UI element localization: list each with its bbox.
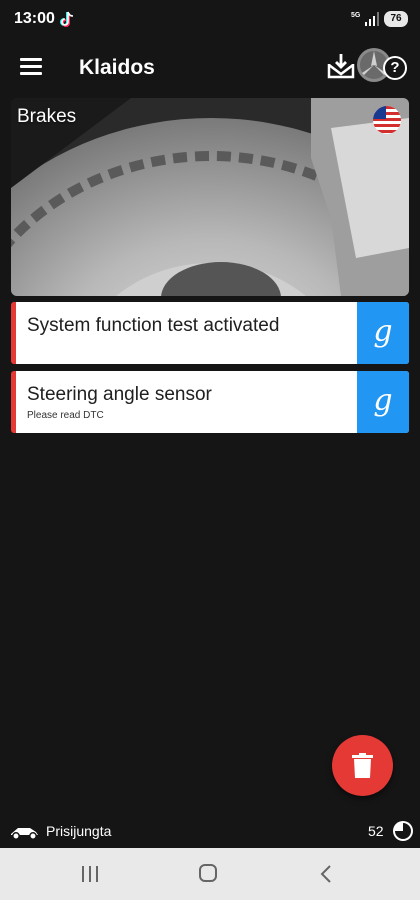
obd-adapter-icon bbox=[11, 828, 38, 840]
app-bar: Klaidos ? bbox=[0, 40, 420, 96]
google-search-button[interactable]: g bbox=[357, 302, 409, 364]
battery-indicator: 76 bbox=[384, 11, 408, 27]
delete-button[interactable] bbox=[332, 735, 393, 796]
connection-status-label: Prisijungta bbox=[46, 823, 112, 839]
component-title: Brakes bbox=[17, 106, 77, 127]
google-search-button[interactable]: g bbox=[357, 371, 409, 433]
menu-icon[interactable] bbox=[20, 58, 42, 76]
us-flag-icon[interactable] bbox=[373, 106, 401, 134]
tiktok-icon bbox=[60, 11, 74, 27]
fault-subtitle: Please read DTC bbox=[27, 410, 104, 421]
count-label: 52 bbox=[368, 823, 384, 839]
status-bar: 13:00 5G 76 bbox=[0, 0, 420, 40]
network-type-label: 5G bbox=[351, 12, 361, 19]
hero-banner: Brakes bbox=[11, 98, 409, 296]
signal-icon bbox=[365, 12, 379, 26]
back-icon[interactable] bbox=[318, 864, 334, 884]
system-nav-bar bbox=[0, 848, 420, 900]
recent-apps-button[interactable] bbox=[82, 866, 100, 882]
progress-pie-icon bbox=[393, 821, 413, 841]
connection-status-bar: Prisijungta 52 bbox=[0, 814, 420, 848]
fault-card[interactable]: Steering angle sensor Please read DTC g bbox=[11, 371, 409, 433]
home-button[interactable] bbox=[199, 864, 217, 882]
inbox-download-icon[interactable] bbox=[327, 52, 355, 80]
help-icon[interactable]: ? bbox=[383, 56, 407, 80]
trash-icon bbox=[352, 753, 373, 778]
page-title: Klaidos bbox=[79, 56, 155, 79]
fault-title: Steering angle sensor bbox=[27, 384, 212, 405]
status-time: 13:00 bbox=[14, 10, 55, 27]
fault-card[interactable]: System function test activated g bbox=[11, 302, 409, 364]
fault-title: System function test activated bbox=[27, 315, 280, 336]
